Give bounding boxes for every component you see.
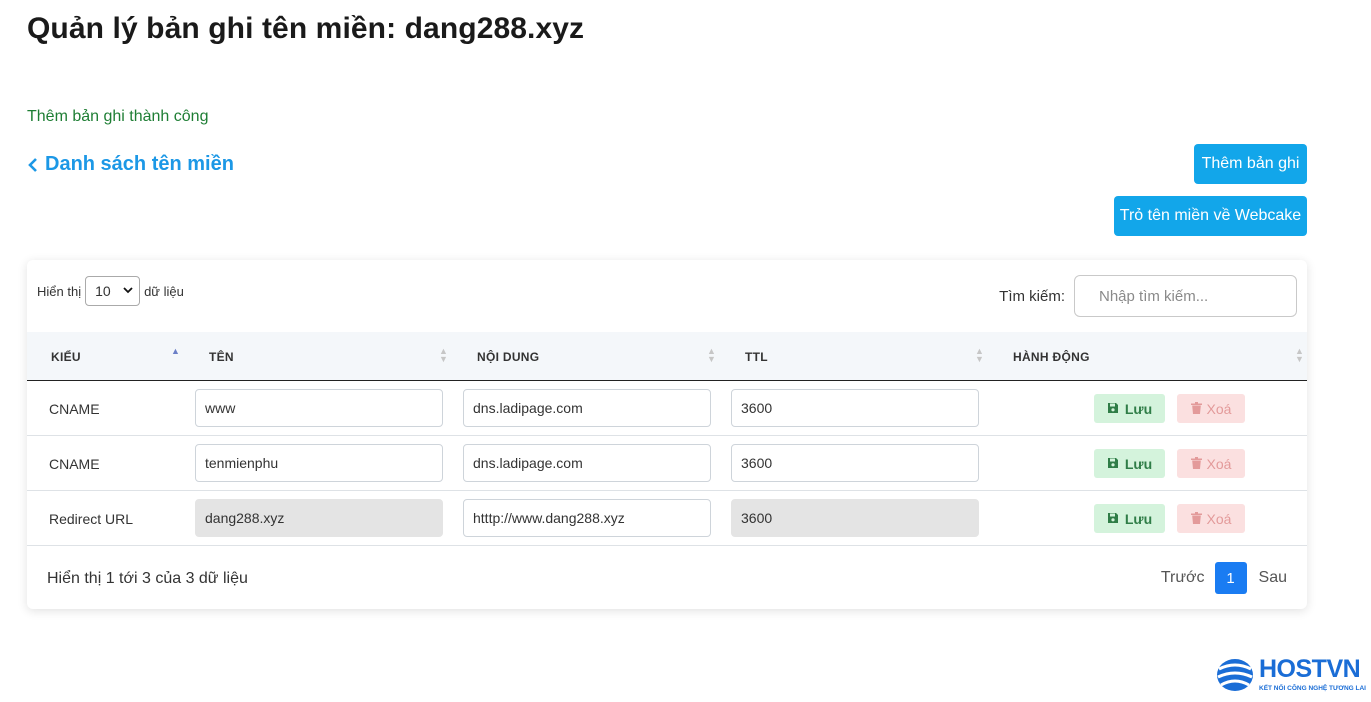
trash-icon [1190, 456, 1202, 472]
record-type: Redirect URL [49, 510, 134, 527]
record-name-input [195, 499, 443, 537]
page-title: Quản lý bản ghi tên miền: dang288.xyz [27, 12, 585, 45]
save-label: Lưu [1124, 400, 1153, 417]
show-suffix-label: dữ liệu [144, 283, 184, 299]
save-button[interactable]: Lưu [1094, 504, 1165, 533]
record-content-input[interactable] [463, 389, 711, 427]
point-to-webcake-button[interactable]: Trỏ tên miền về Webcake [1114, 196, 1307, 236]
column-header-actions[interactable]: HÀNH ĐỘNG [1013, 332, 1090, 381]
pagination-page-current[interactable]: 1 [1214, 562, 1247, 594]
table-row: CNAME Lưu Xoá [27, 381, 1307, 436]
page-length-control: Hiển thị 10 dữ liệu [37, 276, 184, 306]
record-name-input[interactable] [195, 444, 443, 482]
table-info: Hiển thị 1 tới 3 của 3 dữ liệu [47, 570, 248, 587]
save-icon [1107, 511, 1119, 527]
hostvn-logo: HOSTVN KẾT NỐI CÔNG NGHỆ TƯƠNG LAI [1215, 655, 1371, 697]
save-icon [1107, 401, 1119, 417]
back-link-label: Danh sách tên miền [45, 153, 234, 175]
table-row: CNAME Lưu Xoá [27, 436, 1307, 491]
delete-label: Xoá [1206, 400, 1232, 417]
record-type: CNAME [49, 400, 100, 417]
sort-icon[interactable]: ▲ ▼ [1295, 347, 1304, 364]
table-row: Redirect URL Lưu Xoá [27, 491, 1307, 546]
search-control: Tìm kiếm: [999, 275, 1297, 317]
trash-icon [1190, 511, 1202, 527]
save-label: Lưu [1124, 455, 1153, 472]
success-message: Thêm bản ghi thành công [27, 108, 209, 125]
delete-label: Xoá [1206, 455, 1232, 472]
sort-icon[interactable]: ▲ ▼ [439, 347, 448, 364]
save-button[interactable]: Lưu [1094, 449, 1165, 478]
column-header-content[interactable]: NỘI DUNG [477, 332, 539, 381]
show-prefix-label: Hiển thị [37, 283, 82, 299]
trash-icon [1190, 401, 1202, 417]
save-label: Lưu [1124, 510, 1153, 527]
search-input[interactable] [1074, 275, 1297, 317]
record-ttl-input[interactable] [731, 444, 979, 482]
delete-button[interactable]: Xoá [1177, 504, 1245, 533]
column-header-name[interactable]: TÊN [209, 332, 234, 381]
chevron-down-icon [123, 286, 133, 297]
record-type: CNAME [49, 455, 100, 472]
sort-asc-icon[interactable]: ▲ [171, 347, 180, 363]
record-ttl-input[interactable] [731, 389, 979, 427]
save-button[interactable]: Lưu [1094, 394, 1165, 423]
chevron-left-icon [27, 155, 41, 175]
delete-label: Xoá [1206, 510, 1232, 527]
delete-button[interactable]: Xoá [1177, 394, 1245, 423]
pagination-prev[interactable]: Trước [1161, 569, 1205, 587]
record-ttl-input [731, 499, 979, 537]
save-icon [1107, 456, 1119, 472]
column-header-type[interactable]: KIỂU [51, 332, 81, 381]
pagination: Trước 1 Sau [1161, 562, 1287, 594]
table-header: KIỂU ▲ TÊN ▲ ▼ NỘI DUNG ▲ ▼ TTL ▲ ▼ HÀNH ĐỘ… [27, 332, 1307, 381]
back-to-domain-list-link[interactable]: Danh sách tên miền [27, 153, 234, 176]
logo-tagline: KẾT NỐI CÔNG NGHỆ TƯƠNG LAI [1259, 685, 1366, 692]
page-length-select[interactable]: 10 [85, 276, 141, 306]
logo-brand: HOSTVN [1259, 655, 1361, 683]
search-label: Tìm kiếm: [999, 287, 1065, 305]
record-content-input[interactable] [463, 444, 711, 482]
pagination-next[interactable]: Sau [1259, 569, 1287, 587]
column-header-ttl[interactable]: TTL [745, 332, 768, 381]
delete-button[interactable]: Xoá [1177, 449, 1245, 478]
add-record-button[interactable]: Thêm bản ghi [1194, 144, 1307, 184]
globe-icon [1217, 659, 1253, 691]
page-length-value: 10 [95, 283, 111, 299]
record-content-input[interactable] [463, 499, 711, 537]
sort-icon[interactable]: ▲ ▼ [975, 347, 984, 364]
records-table-card: Hiển thị 10 dữ liệu Tìm kiếm: KIỂU ▲ TÊN… [27, 260, 1307, 609]
sort-icon[interactable]: ▲ ▼ [707, 347, 716, 364]
record-name-input[interactable] [195, 389, 443, 427]
